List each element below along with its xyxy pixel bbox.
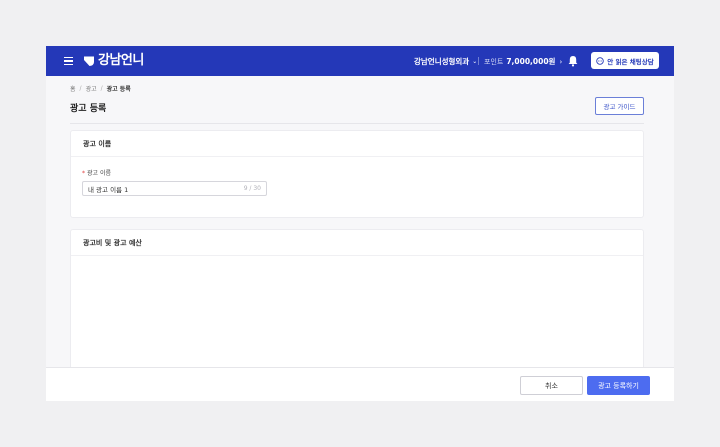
chevron-down-icon: ⌄ <box>472 58 478 65</box>
page-title: 광고 등록 <box>70 104 107 114</box>
ad-name-card: 광고 이름 * 광고 이름 내 광고 이름 1 9 / 30 <box>70 130 644 218</box>
ad-guide-button[interactable]: 광고 가이드 <box>595 97 644 115</box>
chat-button-label: 안 읽은 채팅상담 <box>607 57 654 66</box>
ad-name-input-value: 내 광고 이름 1 <box>88 185 129 194</box>
points-label: 포인트 <box>484 57 504 66</box>
char-counter: 9 / 30 <box>243 185 261 192</box>
ad-name-card-title: 광고 이름 <box>71 131 643 157</box>
chat-bubble-icon <box>596 56 605 65</box>
clinic-selector[interactable]: 강남언니성형외과 ⌄ <box>414 56 477 67</box>
chevron-right-icon: › <box>559 57 563 66</box>
action-footer: 취소 광고 등록하기 <box>46 367 674 401</box>
ad-name-input[interactable]: 내 광고 이름 1 9 / 30 <box>82 181 267 196</box>
logo-text: 강남언니 <box>98 53 144 68</box>
unread-chat-button[interactable]: 안 읽은 채팅상담 <box>591 52 659 69</box>
breadcrumb-home[interactable]: 홈 <box>70 84 76 93</box>
logo[interactable]: 강남언니 <box>83 53 144 69</box>
title-divider <box>70 123 644 124</box>
clinic-name: 강남언니성형외과 <box>414 57 470 66</box>
header-divider <box>478 57 479 65</box>
ad-budget-card-title: 광고비 및 광고 예산 <box>71 230 643 256</box>
breadcrumb-ads[interactable]: 광고 <box>86 84 97 93</box>
required-mark: * <box>82 170 85 177</box>
top-navigation-bar: 강남언니 강남언니성형외과 ⌄ 포인트 7,000,000원 › 안 읽은 채팅… <box>46 46 674 76</box>
points-link[interactable]: 포인트 7,000,000원 › <box>484 56 562 67</box>
ad-name-field-label: * 광고 이름 <box>82 168 111 177</box>
register-ad-button[interactable]: 광고 등록하기 <box>587 376 650 395</box>
logo-mark-icon <box>84 56 94 66</box>
bell-icon[interactable] <box>568 55 578 67</box>
cancel-button[interactable]: 취소 <box>520 376 583 395</box>
points-value: 7,000,000원 <box>506 57 556 66</box>
breadcrumb-current: 광고 등록 <box>106 86 131 93</box>
breadcrumb: 홈 / 광고 / 광고 등록 <box>70 84 131 93</box>
breadcrumb-separator: / <box>100 85 103 92</box>
breadcrumb-separator: / <box>79 85 82 92</box>
hamburger-menu-icon[interactable] <box>64 57 73 65</box>
ad-name-label-text: 광고 이름 <box>87 170 111 177</box>
app-window: 강남언니 강남언니성형외과 ⌄ 포인트 7,000,000원 › 안 읽은 채팅… <box>46 46 674 401</box>
